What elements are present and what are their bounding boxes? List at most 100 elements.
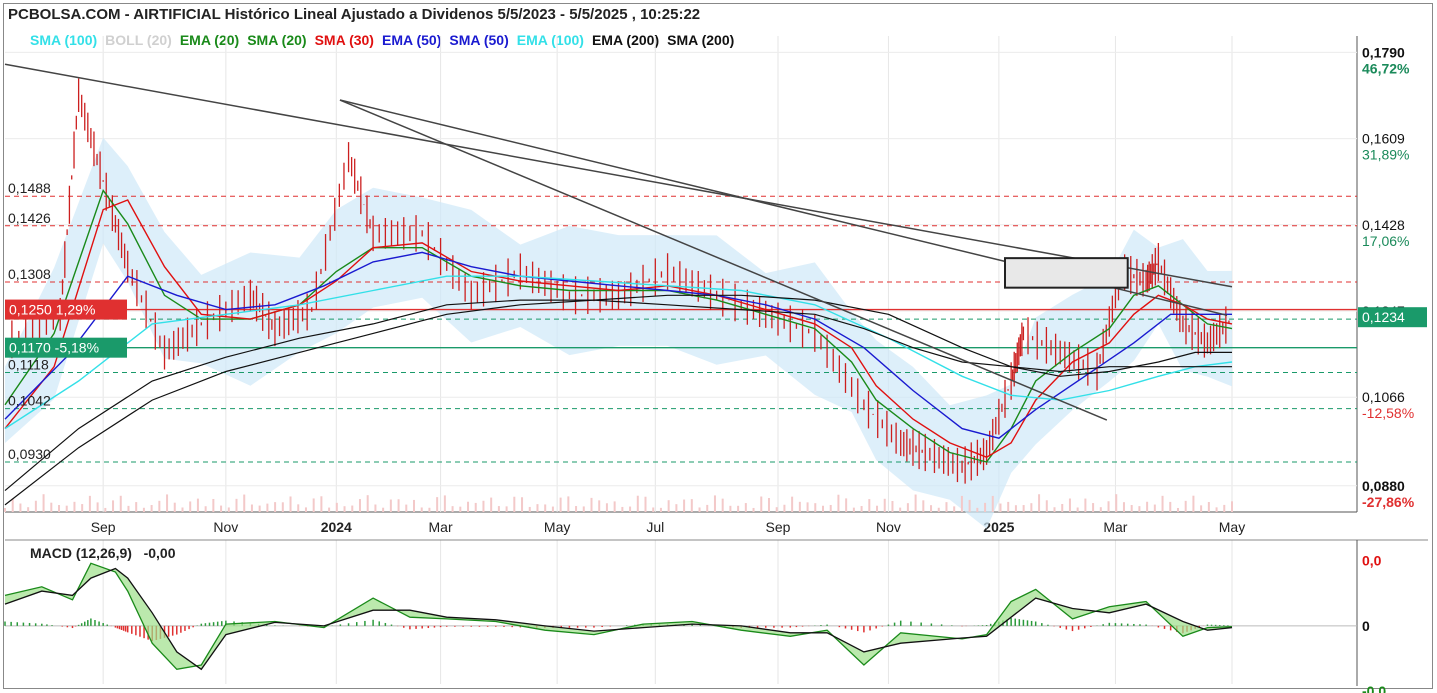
volume-bar <box>1076 507 1079 512</box>
volume-bar <box>243 494 246 512</box>
x-tick-label: May <box>544 519 570 535</box>
volume-bar <box>706 504 709 512</box>
volume-bar <box>1099 507 1102 512</box>
volume-bar <box>289 496 292 512</box>
volume-bar <box>490 497 493 512</box>
volume-bar <box>760 496 763 512</box>
volume-bar <box>50 502 53 512</box>
volume-bar <box>189 501 192 512</box>
volume-bar <box>798 501 801 512</box>
x-tick-label: Sep <box>766 519 791 535</box>
left-level-label: 0,1042 <box>8 393 51 409</box>
volume-bar <box>582 506 585 512</box>
volume-bar <box>613 501 616 512</box>
volume-bar <box>119 495 122 512</box>
volume-bar <box>312 498 315 512</box>
volume-bar <box>1115 494 1118 512</box>
volume-bar <box>513 496 516 512</box>
x-tick-label: Nov <box>213 519 238 535</box>
volume-bar <box>173 502 176 512</box>
macd-legend: MACD (12,26,9) -0,00 <box>30 545 176 561</box>
volume-bar <box>953 506 956 512</box>
volume-bar <box>1184 500 1187 512</box>
volume-bar <box>721 498 724 512</box>
volume-bar <box>837 494 840 512</box>
volume-bar <box>281 502 284 512</box>
volume-bar <box>1014 505 1017 512</box>
volume-bar <box>891 501 894 512</box>
volume-bar <box>814 503 817 512</box>
volume-bar <box>567 496 570 512</box>
volume-bar <box>683 499 686 512</box>
volume-bar <box>482 500 485 512</box>
volume-bar <box>374 504 377 512</box>
volume-bar <box>73 501 76 512</box>
volume-bar <box>266 503 269 512</box>
volume-bar <box>1068 498 1071 512</box>
volume-bar <box>34 500 37 512</box>
volume-bar <box>713 495 716 512</box>
volume-bar <box>181 507 184 512</box>
volume-bar <box>629 506 632 512</box>
volume-bar <box>868 499 871 512</box>
volume-bar <box>405 504 408 512</box>
left-level-label: 0,1426 <box>8 210 51 226</box>
volume-bar <box>11 498 14 512</box>
volume-bar <box>135 502 138 512</box>
volume-bar <box>883 498 886 512</box>
volume-bar <box>382 507 385 512</box>
volume-bar <box>1092 503 1095 512</box>
volume-bar <box>1153 504 1156 512</box>
volume-bar <box>436 497 439 512</box>
volume-bar <box>876 505 879 512</box>
volume-bar <box>320 496 323 512</box>
volume-bar <box>81 504 84 512</box>
volume-bar <box>544 504 547 512</box>
macd-label: MACD (12,26,9) <box>30 545 132 561</box>
left-level-label: 0,1488 <box>8 180 51 196</box>
volume-bar <box>220 505 223 512</box>
volume-bar <box>621 506 624 512</box>
x-tick-label: 2024 <box>321 519 352 535</box>
volume-bar <box>1223 504 1226 512</box>
volume-bar <box>1061 503 1064 512</box>
volume-bar <box>112 500 115 512</box>
x-tick-label: Sep <box>91 519 116 535</box>
x-tick-label: Jul <box>646 519 664 535</box>
volume-bar <box>235 498 238 512</box>
volume-bar <box>991 495 994 512</box>
volume-bar <box>829 504 832 512</box>
volume-bar <box>212 498 215 512</box>
volume-bar <box>459 506 462 512</box>
volume-bar <box>397 499 400 512</box>
volume-bar <box>775 507 778 512</box>
macd-axis-label: 0 <box>1362 618 1370 634</box>
volume-bar <box>845 498 848 512</box>
volume-bar <box>852 507 855 512</box>
volume-bar <box>58 505 61 512</box>
volume-bar <box>551 506 554 512</box>
volume-bar <box>227 507 230 512</box>
red-level-tag-text: 0,1250 1,29% <box>9 302 95 318</box>
volume-bar <box>976 507 979 512</box>
volume-bar <box>1084 498 1087 512</box>
volume-bar <box>428 507 431 512</box>
volume-bar <box>505 506 508 512</box>
x-tick-label: Mar <box>1103 519 1127 535</box>
volume-bar <box>729 505 732 512</box>
price-chart: Sep Nov 2024 Mar May Jul Sep Nov 2025 Mar May0,148… <box>4 36 1428 693</box>
y-pct-label: -12,58% <box>1362 405 1414 421</box>
volume-bar <box>258 505 261 512</box>
volume-bar <box>906 503 909 512</box>
volume-bar <box>945 502 948 512</box>
volume-bar <box>860 506 863 512</box>
volume-bar <box>274 502 277 512</box>
volume-bar <box>528 506 531 512</box>
volume-bar <box>598 500 601 512</box>
volume-bar <box>652 507 655 512</box>
y-pct-label: 17,06% <box>1362 233 1409 249</box>
volume-bar <box>204 506 207 512</box>
volume-bar <box>158 500 161 512</box>
volume-bar <box>1107 501 1110 512</box>
macd-signal-line <box>4 567 1233 671</box>
